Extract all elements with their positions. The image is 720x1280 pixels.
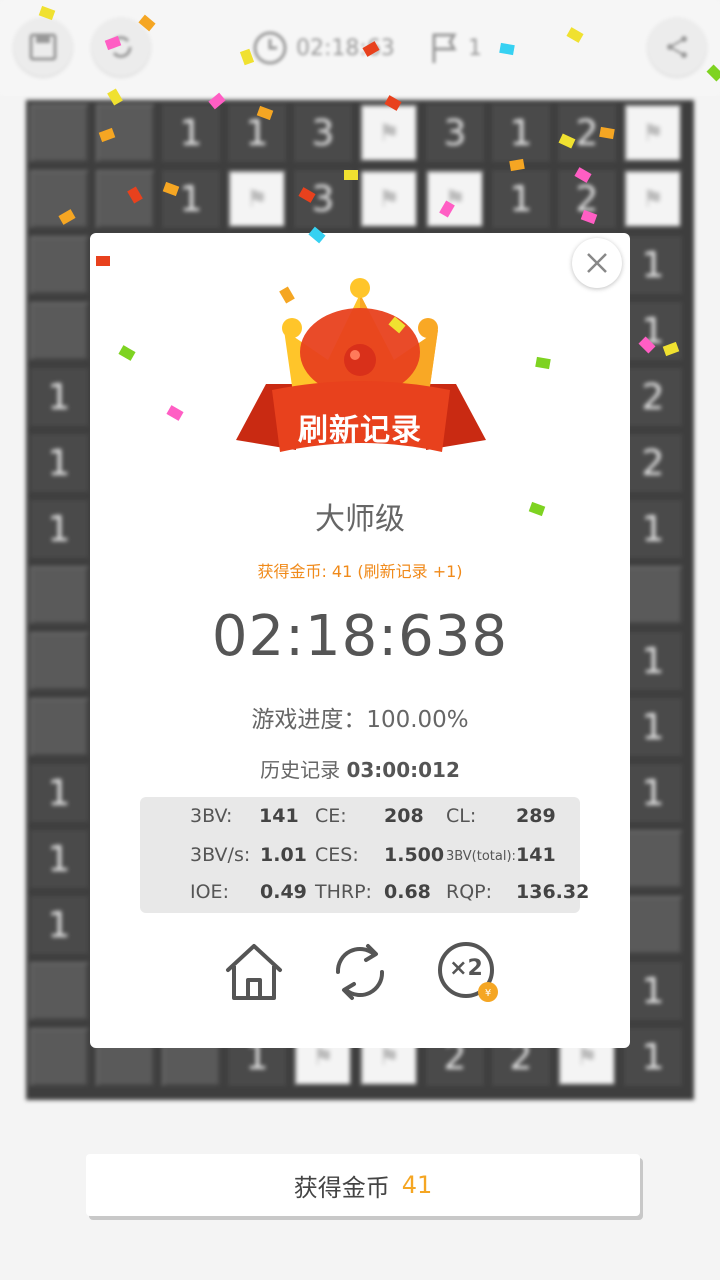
flag-cell[interactable]: ⚑	[624, 104, 682, 162]
board-cell[interactable]	[624, 896, 682, 954]
board-cell[interactable]: 3	[294, 104, 352, 162]
stat-label: CL:	[446, 805, 477, 827]
stat-label: 3BV(total):	[446, 849, 516, 864]
board-cell[interactable]	[96, 170, 154, 228]
stat-label: CES:	[315, 844, 359, 866]
board-cell[interactable]: 1	[624, 962, 682, 1020]
earned-coins-label: 获得金币	[293, 1173, 390, 1202]
stat-value: 1.01	[260, 844, 307, 866]
stat-value: 136.32	[516, 881, 590, 903]
board-cell[interactable]	[30, 698, 88, 756]
stat-value: 289	[516, 805, 556, 827]
board-cell[interactable]: 1	[624, 698, 682, 756]
flag-count: 1	[468, 35, 482, 61]
close-button[interactable]	[572, 238, 622, 288]
board-cell[interactable]: 1	[30, 896, 88, 954]
flag-cell[interactable]: ⚑	[360, 104, 418, 162]
history-label: 历史记录	[260, 758, 341, 782]
stat-label: CE:	[315, 805, 347, 827]
finish-time: 02:18:638	[211, 604, 509, 669]
board-cell[interactable]: 2	[624, 368, 682, 426]
share-icon	[667, 36, 687, 58]
board-cell[interactable]	[30, 104, 88, 162]
stats-panel: 3BV: 141 CE: 208 CL: 289 3BV/s: 1.01 CES…	[140, 797, 589, 913]
board-cell[interactable]: 1	[162, 170, 220, 228]
timer-value: 02:18:63	[296, 35, 395, 61]
double-reward-button[interactable]: ¥ ×2	[436, 940, 500, 1004]
flag-cell[interactable]: ⚑	[360, 170, 418, 228]
board-cell[interactable]	[624, 830, 682, 888]
board-cell[interactable]: 1	[492, 170, 550, 228]
board-cell[interactable]: 2	[624, 434, 682, 492]
stat-value: 1.500	[384, 844, 445, 866]
flag-cell[interactable]: ⚑	[426, 170, 484, 228]
board-cell[interactable]	[30, 962, 88, 1020]
stat-value: 141	[516, 844, 556, 866]
board-cell[interactable]: 1	[624, 500, 682, 558]
stat-label: IOE:	[190, 881, 229, 903]
flag-icon	[432, 33, 457, 63]
flag-cell[interactable]: ⚑	[228, 170, 286, 228]
board-cell[interactable]: 1	[492, 104, 550, 162]
board-cell[interactable]	[30, 302, 88, 360]
board-cell[interactable]	[30, 632, 88, 690]
stat-value: 141	[259, 805, 299, 827]
confetti-piece	[344, 170, 358, 180]
restart-icon	[335, 944, 385, 1000]
board-cell[interactable]: 1	[624, 764, 682, 822]
clock-icon	[253, 31, 287, 65]
board-cell[interactable]: 1	[624, 236, 682, 294]
board-cell[interactable]: 1	[30, 764, 88, 822]
restart-top-button[interactable]	[92, 18, 150, 76]
confetti-piece	[96, 256, 110, 266]
stat-label: THRP:	[315, 881, 372, 903]
difficulty-level: 大师级	[315, 502, 405, 537]
stat-value: 0.68	[384, 881, 431, 903]
board-cell[interactable]: 1	[30, 500, 88, 558]
board-cell[interactable]	[30, 236, 88, 294]
board-cell[interactable]	[624, 566, 682, 624]
stat-label: 3BV:	[190, 805, 233, 827]
close-icon	[587, 253, 607, 273]
board-cell[interactable]: 1	[624, 1028, 682, 1086]
board-cell[interactable]: 1	[30, 830, 88, 888]
history-value: 03:00:012	[346, 758, 460, 782]
home-icon	[226, 944, 282, 1000]
board-cell[interactable]: 1	[162, 104, 220, 162]
stat-value: 208	[384, 805, 424, 827]
svg-text:¥: ¥	[485, 988, 491, 999]
stat-label: 3BV/s:	[190, 844, 251, 866]
save-button[interactable]	[14, 18, 72, 76]
earned-coins-bar[interactable]: 获得金币 41	[86, 1154, 640, 1216]
save-icon	[29, 33, 57, 61]
game-progress: 游戏进度：100.00%	[251, 707, 469, 733]
share-button[interactable]	[648, 18, 706, 76]
coins-earned-text: 获得金币: 41 (刷新记录 +1)	[257, 562, 463, 581]
stat-value: 0.49	[260, 881, 307, 903]
board-cell[interactable]	[30, 170, 88, 228]
board-cell[interactable]: 3	[426, 104, 484, 162]
board-cell[interactable]: 1	[30, 434, 88, 492]
double-reward-label: ×2	[449, 956, 483, 981]
new-record-badge: 刷新记录	[298, 413, 422, 448]
board-cell[interactable]: 1	[30, 368, 88, 426]
board-cell[interactable]: 1	[624, 632, 682, 690]
replay-button[interactable]	[328, 940, 392, 1004]
board-cell[interactable]	[30, 566, 88, 624]
stat-label: RQP:	[446, 881, 493, 903]
history-record: 历史记录 03:00:012	[90, 754, 630, 783]
earned-coins-amount: 41	[401, 1171, 433, 1199]
flag-counter: 1	[428, 28, 482, 68]
board-cell[interactable]	[30, 1028, 88, 1086]
home-button[interactable]	[222, 940, 286, 1004]
flag-cell[interactable]: ⚑	[624, 170, 682, 228]
